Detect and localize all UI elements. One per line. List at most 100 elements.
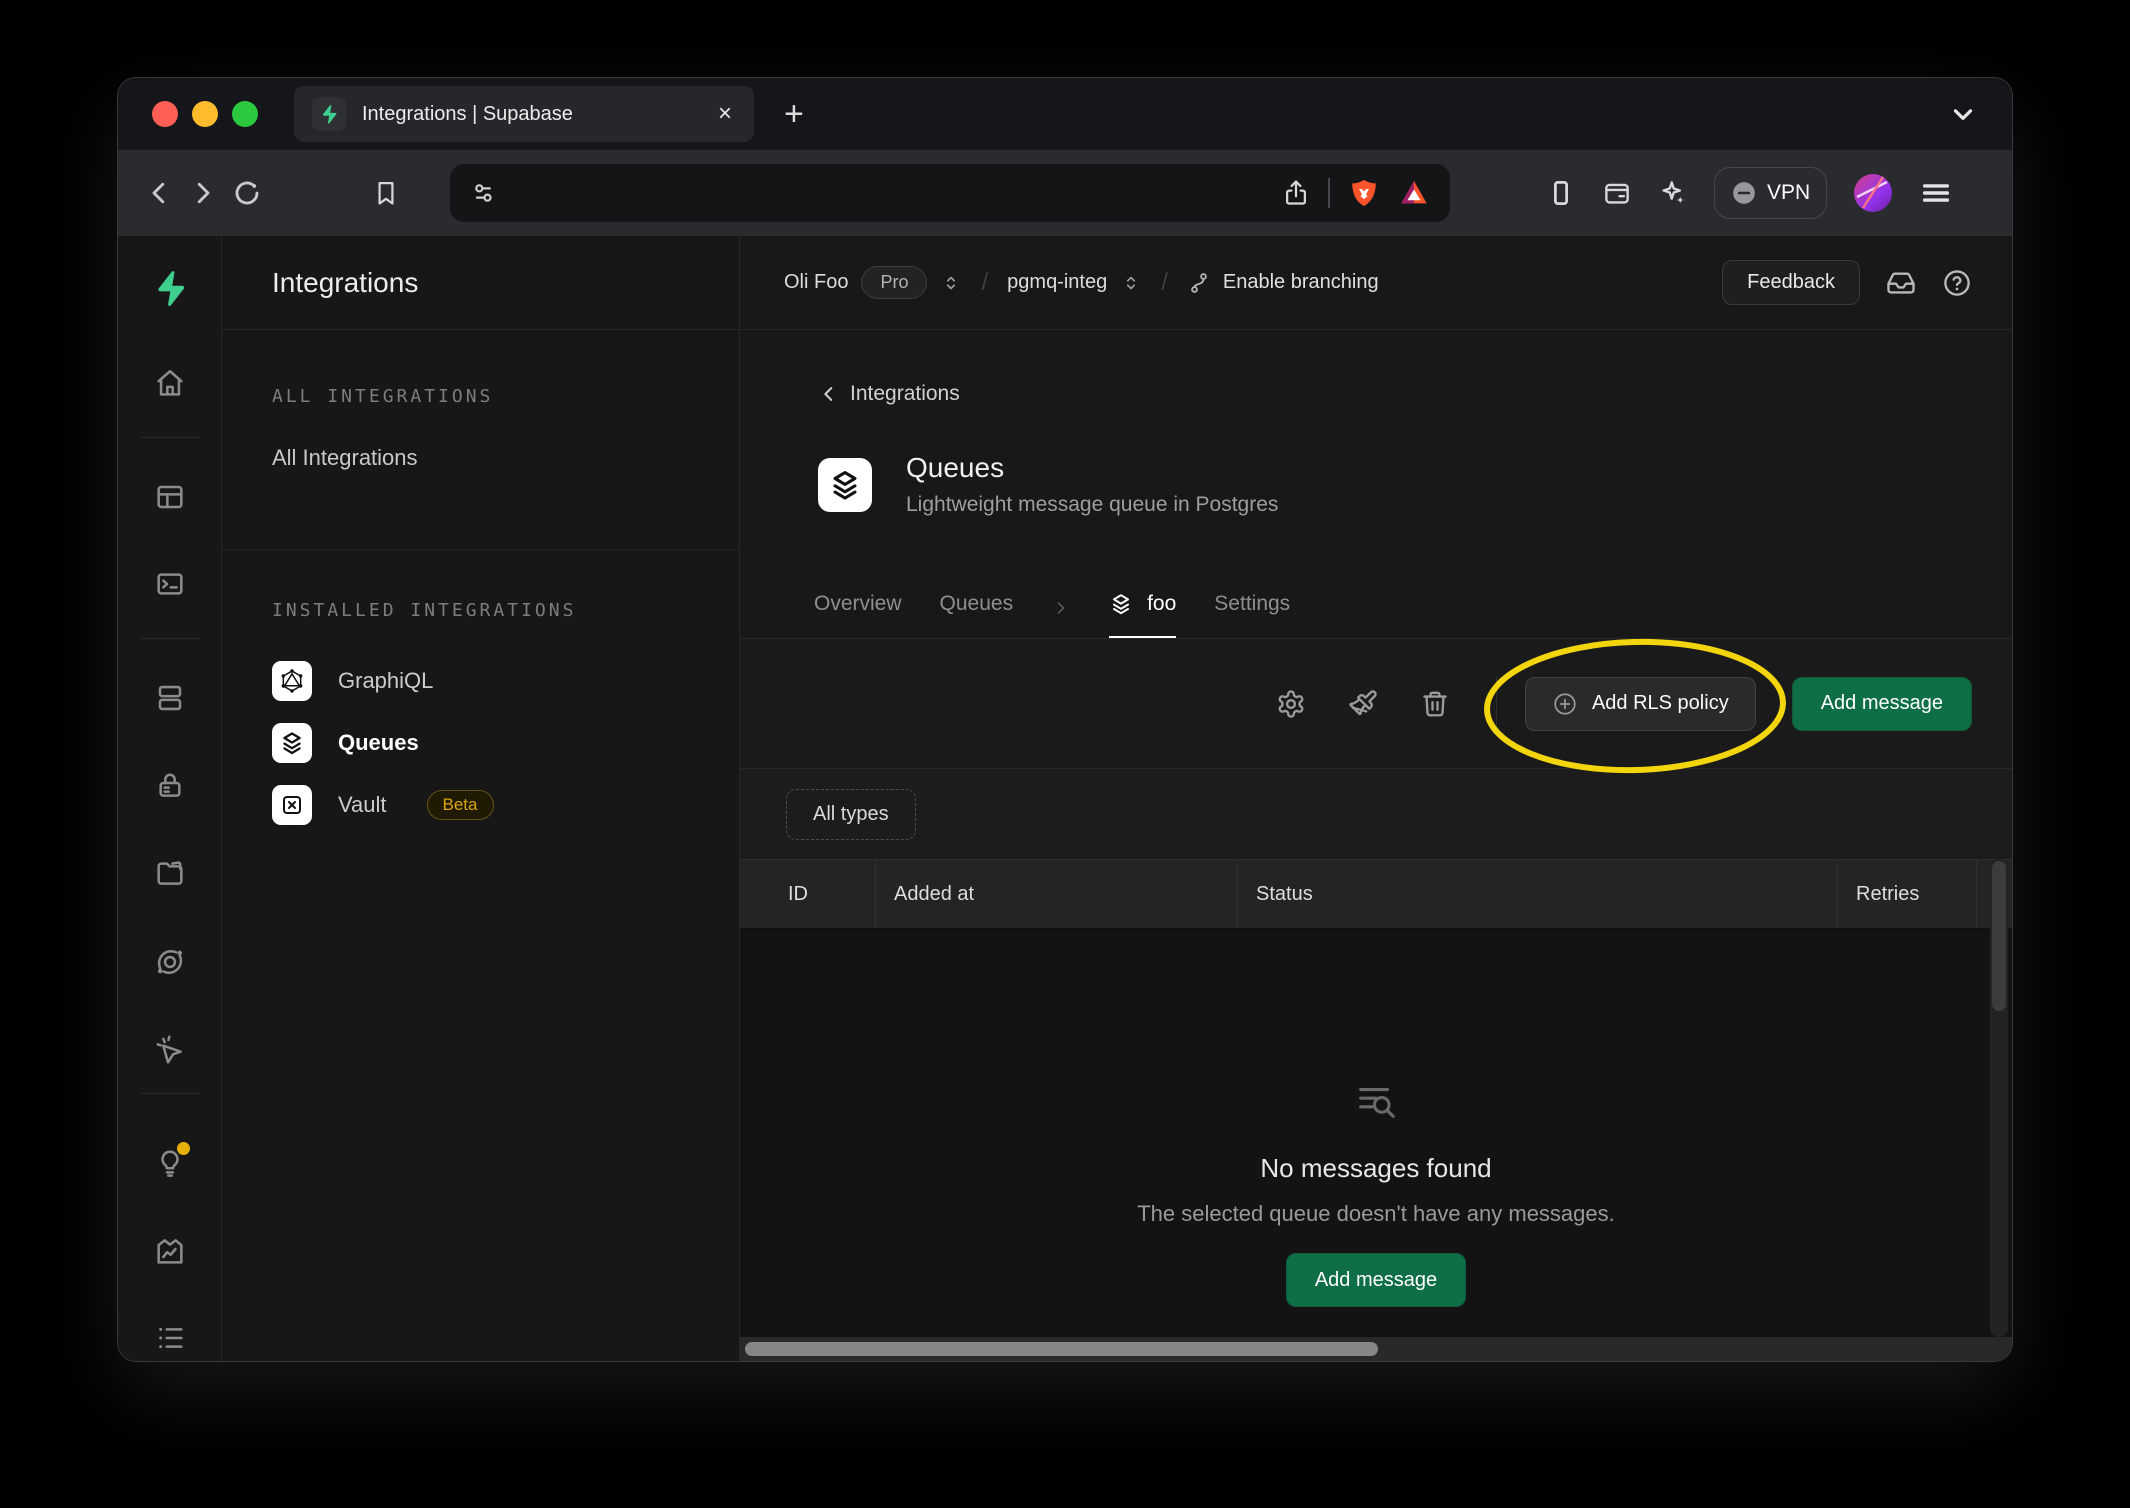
section-installed-integrations: INSTALLED INTEGRATIONS [272,600,689,621]
supabase-favicon-icon [312,97,346,131]
header-right: Feedback [1722,260,1972,305]
vertical-scrollbar-thumb[interactable] [1992,861,2006,1011]
page-subtitle: Lightweight message queue in Postgres [906,493,1278,517]
rail-divider [141,1093,199,1094]
breadcrumb-slash: / [975,269,994,297]
beta-badge: Beta [427,790,494,820]
help-icon[interactable] [1942,268,1972,298]
bookmark-icon[interactable] [372,179,400,207]
horizontal-scrollbar[interactable] [740,1337,2012,1361]
back-icon[interactable] [144,178,174,208]
add-rls-policy-button[interactable]: Add RLS policy [1525,677,1756,731]
sidebar-item-vault[interactable]: Vault Beta [272,779,689,831]
tab-overview[interactable]: Overview [814,592,902,638]
queues-icon-large [818,458,872,512]
database-icon[interactable] [154,682,186,714]
share-icon[interactable] [1282,179,1310,207]
queues-title-block: Queues Lightweight message queue in Post… [818,452,2012,517]
edge-functions-icon[interactable] [154,946,186,978]
integrations-panel: Integrations ALL INTEGRATIONS All Integr… [222,236,740,1361]
settings-gear-icon[interactable] [1276,689,1306,719]
project-header: Oli Foo Pro / pgmq-integ / Enable branch… [740,236,2012,330]
browser-toolbar: VPN [118,150,2012,236]
forward-icon[interactable] [188,178,218,208]
tab-close-icon[interactable]: × [714,98,736,130]
browser-tab[interactable]: Integrations | Supabase × [294,86,754,142]
org-name[interactable]: Oli Foo [784,271,848,294]
table-editor-icon[interactable] [154,481,186,513]
home-icon[interactable] [154,367,186,399]
delete-trash-icon[interactable] [1420,689,1450,719]
brave-shields-icon[interactable] [1348,177,1380,209]
rail-divider [141,437,199,438]
all-types-filter-button[interactable]: All types [786,789,916,840]
profile-avatar[interactable] [1853,173,1893,213]
toolbar-divider [1496,676,1497,732]
maximize-window-button[interactable] [232,101,258,127]
sidebar-item-all-integrations[interactable]: All Integrations [272,445,689,471]
sidebar-item-graphiql[interactable]: GraphiQL [272,655,689,707]
vpn-button[interactable]: VPN [1714,167,1827,219]
purge-brush-icon[interactable] [1348,689,1378,719]
messages-grid: ID Added at Status Retries No messages f… [740,859,2012,1337]
new-tab-button[interactable]: + [784,95,804,134]
column-header-retries[interactable]: Retries [1838,860,1977,928]
queues-tabs: Overview Queues foo Settings [740,577,2012,639]
realtime-cursor-icon[interactable] [154,1033,186,1065]
wallet-icon[interactable] [1602,178,1632,208]
feedback-button[interactable]: Feedback [1722,260,1860,305]
reports-chart-icon[interactable] [154,1235,186,1267]
nav-rail [118,236,222,1361]
panel-divider [222,549,739,550]
list-search-icon [1353,1079,1399,1125]
integration-label: GraphiQL [338,668,433,694]
tab-queues[interactable]: Queues [940,592,1014,638]
traffic-lights [118,101,258,127]
project-switcher-icon[interactable] [1120,272,1142,294]
add-rls-policy-label: Add RLS policy [1592,692,1729,715]
close-window-button[interactable] [152,101,178,127]
column-header-id[interactable]: ID [740,860,876,928]
section-all-integrations: ALL INTEGRATIONS [272,386,689,407]
table-empty-state: No messages found The selected queue doe… [740,929,2012,1337]
url-bar[interactable] [450,164,1450,222]
horizontal-scrollbar-thumb[interactable] [745,1342,1378,1356]
advisors-lightbulb-icon[interactable] [154,1146,186,1178]
back-to-integrations-link[interactable]: Integrations [818,382,2012,406]
queue-toolbar: Add RLS policy Add message [740,639,2012,769]
column-header-added-at[interactable]: Added at [876,860,1238,928]
org-switcher-icon[interactable] [940,272,962,294]
add-message-button[interactable]: Add message [1792,677,1972,731]
leo-ai-sparkle-icon[interactable] [1658,178,1688,208]
empty-state-subtitle: The selected queue doesn't have any mess… [1137,1201,1615,1227]
sql-editor-icon[interactable] [154,568,186,600]
tab-search-chevron-icon[interactable] [1948,99,1978,129]
menu-icon[interactable] [1919,176,1953,210]
inbox-icon[interactable] [1886,268,1916,298]
enable-branching-label: Enable branching [1223,271,1379,294]
tab-settings[interactable]: Settings [1214,592,1290,638]
urlbar-divider [1328,178,1330,208]
minimize-window-button[interactable] [192,101,218,127]
advisors-notification-dot [177,1142,190,1155]
column-header-status[interactable]: Status [1238,860,1838,928]
reload-icon[interactable] [232,178,262,208]
empty-add-message-button[interactable]: Add message [1286,1253,1466,1307]
enable-branching-button[interactable]: Enable branching [1187,271,1379,295]
site-settings-icon[interactable] [470,179,498,207]
queues-content: Integrations Queues Lightweight message … [740,330,2012,1361]
logs-list-icon[interactable] [154,1322,186,1354]
sidebar-item-queues[interactable]: Queues [272,717,689,769]
brave-rewards-icon[interactable] [1398,177,1430,209]
filter-row: All types [740,769,2012,859]
installed-integrations-list: GraphiQL Queues Vault Beta [272,655,689,831]
vertical-scrollbar[interactable] [1990,859,2008,1337]
integrations-panel-body: ALL INTEGRATIONS All Integrations INSTAL… [222,330,739,831]
tab-foo[interactable]: foo [1109,592,1176,638]
project-name[interactable]: pgmq-integ [1007,271,1107,294]
storage-icon[interactable] [154,857,186,889]
table-header: ID Added at Status Retries [740,859,2012,929]
sidebar-toggle-icon[interactable] [1546,178,1576,208]
auth-lock-icon[interactable] [154,769,186,801]
supabase-logo-icon[interactable] [151,269,189,307]
